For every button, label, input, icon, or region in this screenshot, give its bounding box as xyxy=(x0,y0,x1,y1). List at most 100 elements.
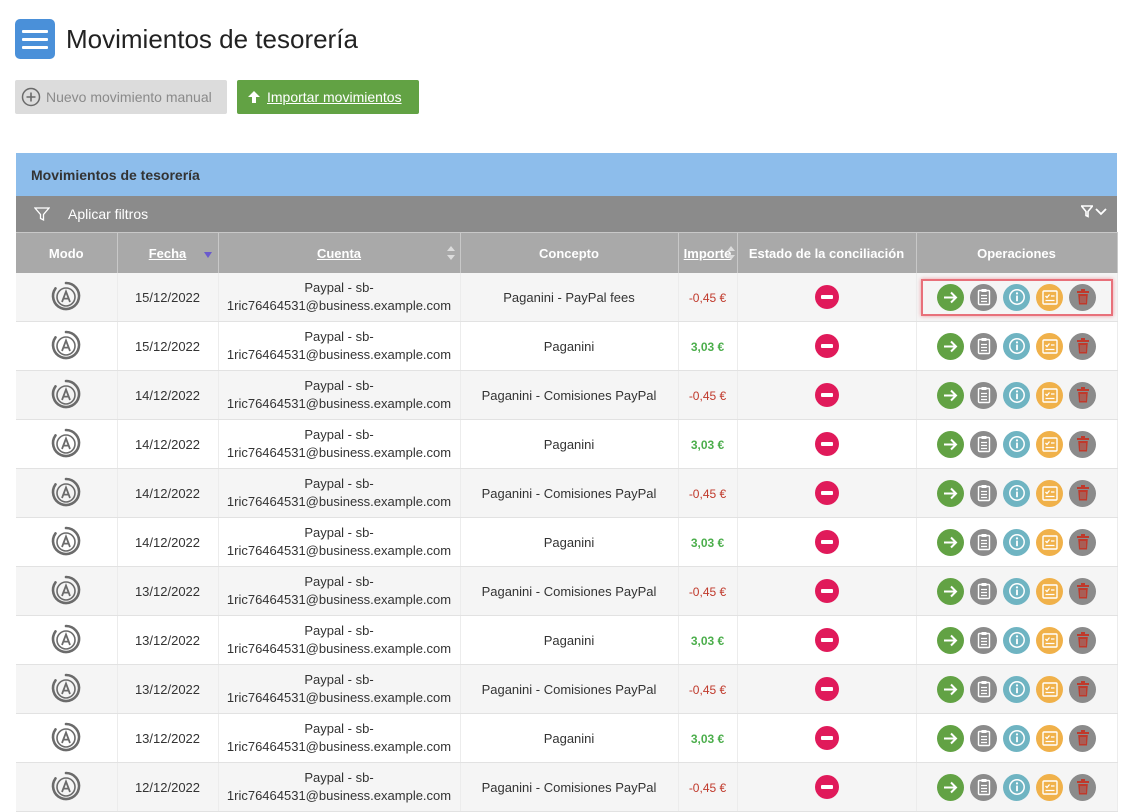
document-icon[interactable] xyxy=(970,773,997,801)
checklist-icon[interactable] xyxy=(1036,577,1063,605)
trash-icon[interactable] xyxy=(1069,675,1096,703)
go-arrow-icon[interactable] xyxy=(937,430,964,458)
go-arrow-icon[interactable] xyxy=(937,332,964,360)
checklist-icon[interactable] xyxy=(1036,430,1063,458)
table-row[interactable]: 12/12/2022 Paypal - sb- 1ric76464531@bus… xyxy=(16,762,1118,812)
column-header-fecha[interactable]: Fecha xyxy=(117,232,219,273)
info-icon[interactable] xyxy=(1003,381,1030,409)
go-arrow-icon[interactable] xyxy=(937,773,964,801)
info-icon[interactable] xyxy=(1003,577,1030,605)
info-icon[interactable] xyxy=(1003,675,1030,703)
info-icon[interactable] xyxy=(1003,430,1030,458)
document-icon[interactable] xyxy=(970,626,997,654)
table-row[interactable]: 14/12/2022 Paypal - sb- 1ric76464531@bus… xyxy=(16,419,1118,469)
document-icon[interactable] xyxy=(970,332,997,360)
checklist-icon[interactable] xyxy=(1036,773,1063,801)
go-arrow-icon[interactable] xyxy=(937,675,964,703)
not-reconciled-icon[interactable] xyxy=(814,579,839,603)
column-header-cuenta[interactable]: Cuenta xyxy=(218,232,461,273)
cell-fecha: 14/12/2022 xyxy=(117,370,219,420)
go-arrow-icon[interactable] xyxy=(937,479,964,507)
trash-icon[interactable] xyxy=(1069,430,1096,458)
document-icon[interactable] xyxy=(970,430,997,458)
checklist-icon[interactable] xyxy=(1036,528,1063,556)
info-icon[interactable] xyxy=(1003,283,1030,311)
trash-icon[interactable] xyxy=(1069,479,1096,507)
document-icon[interactable] xyxy=(970,675,997,703)
trash-icon[interactable] xyxy=(1069,724,1096,752)
document-icon[interactable] xyxy=(970,479,997,507)
document-icon[interactable] xyxy=(970,283,997,311)
go-arrow-icon[interactable] xyxy=(937,381,964,409)
sort-desc-icon xyxy=(203,252,212,258)
checklist-icon[interactable] xyxy=(1036,626,1063,654)
table-row[interactable]: 15/12/2022 Paypal - sb- 1ric76464531@bus… xyxy=(16,321,1118,371)
table-row[interactable]: 13/12/2022 Paypal - sb- 1ric76464531@bus… xyxy=(16,713,1118,763)
filter-toggle[interactable] xyxy=(1081,205,1107,218)
info-icon[interactable] xyxy=(1003,626,1030,654)
concepto-value: Paganini xyxy=(543,436,595,452)
not-reconciled-icon[interactable] xyxy=(814,775,839,799)
table-row[interactable]: 13/12/2022 Paypal - sb- 1ric76464531@bus… xyxy=(16,615,1118,665)
table-row[interactable]: 15/12/2022 Paypal - sb- 1ric76464531@bus… xyxy=(16,273,1118,322)
go-arrow-icon[interactable] xyxy=(937,528,964,556)
trash-icon[interactable] xyxy=(1069,283,1096,311)
checklist-icon[interactable] xyxy=(1036,381,1063,409)
not-reconciled-icon[interactable] xyxy=(814,530,839,554)
info-icon[interactable] xyxy=(1003,479,1030,507)
not-reconciled-icon[interactable] xyxy=(814,432,839,456)
cell-modo xyxy=(16,273,118,322)
go-arrow-icon[interactable] xyxy=(937,283,964,311)
cuenta-line-1: Paypal - sb- xyxy=(304,329,374,344)
import-movements-button[interactable]: Importar movimientos xyxy=(237,80,419,114)
document-icon[interactable] xyxy=(970,381,997,409)
hamburger-menu-icon[interactable] xyxy=(15,19,55,59)
not-reconciled-icon[interactable] xyxy=(814,677,839,701)
auto-mode-icon xyxy=(52,281,81,310)
operations-group xyxy=(921,524,1113,561)
cuenta-line-2: 1ric76464531@business.example.com xyxy=(226,298,452,313)
column-header-importe[interactable]: Importe xyxy=(678,232,738,273)
not-reconciled-icon[interactable] xyxy=(814,334,839,358)
cell-cuenta: Paypal - sb- 1ric76464531@business.examp… xyxy=(218,370,461,420)
trash-icon[interactable] xyxy=(1069,332,1096,360)
trash-icon[interactable] xyxy=(1069,773,1096,801)
info-icon[interactable] xyxy=(1003,332,1030,360)
cell-estado xyxy=(737,273,917,322)
not-reconciled-icon[interactable] xyxy=(814,383,839,407)
go-arrow-icon[interactable] xyxy=(937,626,964,654)
checklist-icon[interactable] xyxy=(1036,283,1063,311)
cell-concepto: Paganini - Comisiones PayPal xyxy=(460,762,679,812)
checklist-icon[interactable] xyxy=(1036,479,1063,507)
not-reconciled-icon[interactable] xyxy=(814,628,839,652)
not-reconciled-icon[interactable] xyxy=(814,285,839,309)
cell-estado xyxy=(737,370,917,420)
info-icon[interactable] xyxy=(1003,773,1030,801)
cell-operaciones xyxy=(916,566,1118,616)
table-row[interactable]: 14/12/2022 Paypal - sb- 1ric76464531@bus… xyxy=(16,370,1118,420)
new-manual-movement-button[interactable]: Nuevo movimiento manual xyxy=(15,80,227,114)
table-row[interactable]: 13/12/2022 Paypal - sb- 1ric76464531@bus… xyxy=(16,664,1118,714)
document-icon[interactable] xyxy=(970,528,997,556)
trash-icon[interactable] xyxy=(1069,528,1096,556)
document-icon[interactable] xyxy=(970,577,997,605)
filter-bar[interactable]: Aplicar filtros xyxy=(16,196,1117,232)
trash-icon[interactable] xyxy=(1069,381,1096,409)
checklist-icon[interactable] xyxy=(1036,675,1063,703)
table-row[interactable]: 14/12/2022 Paypal - sb- 1ric76464531@bus… xyxy=(16,517,1118,567)
go-arrow-icon[interactable] xyxy=(937,724,964,752)
not-reconciled-icon[interactable] xyxy=(814,481,839,505)
info-icon[interactable] xyxy=(1003,528,1030,556)
movements-panel: Movimientos de tesorería Aplicar filtros… xyxy=(16,153,1118,812)
trash-icon[interactable] xyxy=(1069,626,1096,654)
table-row[interactable]: 14/12/2022 Paypal - sb- 1ric76464531@bus… xyxy=(16,468,1118,518)
trash-icon[interactable] xyxy=(1069,577,1096,605)
document-icon[interactable] xyxy=(970,724,997,752)
checklist-icon[interactable] xyxy=(1036,332,1063,360)
table-row[interactable]: 13/12/2022 Paypal - sb- 1ric76464531@bus… xyxy=(16,566,1118,616)
info-icon[interactable] xyxy=(1003,724,1030,752)
not-reconciled-icon[interactable] xyxy=(814,726,839,750)
go-arrow-icon[interactable] xyxy=(937,577,964,605)
checklist-icon[interactable] xyxy=(1036,724,1063,752)
importe-value: -0,45 € xyxy=(688,486,727,501)
